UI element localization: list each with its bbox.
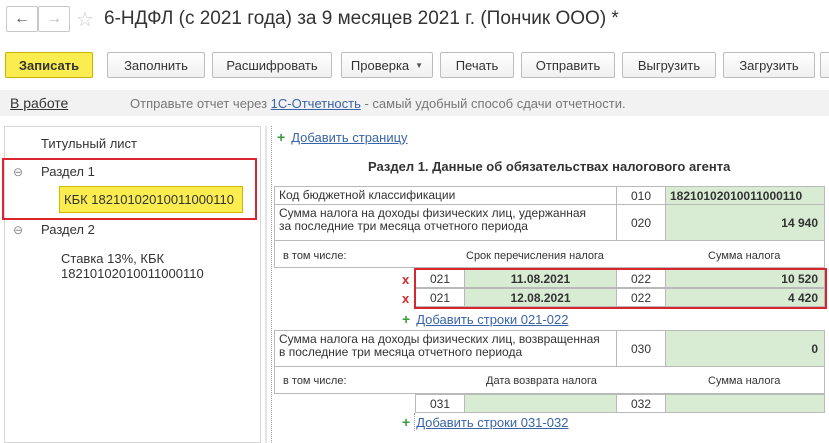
returned-label-line-2: в последние три месяца отчетного периода — [279, 345, 523, 359]
page-border — [271, 126, 272, 443]
kbk-label: Код бюджетной классификации — [274, 186, 617, 205]
info-bar: В работе Отправьте отчет через 1С-Отчетн… — [0, 90, 829, 116]
star-icon[interactable]: ☆ — [76, 7, 94, 32]
kbk-field[interactable]: 18210102010011000110 — [665, 186, 825, 205]
info-text-before: Отправьте отчет через — [130, 96, 271, 111]
check-dropdown-button[interactable]: Проверка ▼ — [341, 52, 433, 78]
col-return-date: Дата возврата налога — [486, 375, 597, 387]
print-button[interactable]: Печать — [440, 52, 514, 78]
info-text-after: - самый удобный способ сдачи отчетности. — [360, 96, 626, 111]
check-label: Проверка — [350, 57, 410, 73]
withheld-label: Сумма налога на доходы физических лиц, у… — [274, 204, 617, 241]
add-rows-031-link[interactable]: Добавить строки 031-032 — [416, 415, 568, 430]
more-button[interactable] — [820, 52, 829, 78]
tree-item-title-sheet[interactable]: Титульный лист — [41, 136, 137, 151]
export-button[interactable]: Выгрузить — [622, 52, 716, 78]
delete-row-icon[interactable]: x — [402, 291, 409, 306]
returned-code: 030 — [616, 330, 666, 367]
toolbar: Записать Заполнить Расшифровать Проверка… — [0, 52, 829, 80]
highlight-frame — [2, 158, 257, 220]
add-page-link[interactable]: Добавить страницу — [291, 130, 407, 145]
rate-line-1: Ставка 13%, КБК — [61, 251, 165, 266]
add-rows-031-row: + Добавить строки 031-032 — [402, 414, 568, 430]
returned-field[interactable]: 0 — [665, 330, 825, 367]
chevron-down-icon: ▼ — [415, 60, 424, 70]
highlight-frame — [414, 268, 827, 309]
back-button[interactable]: ← — [6, 6, 38, 32]
send-button[interactable]: Отправить — [521, 52, 615, 78]
row031-code-b: 032 — [616, 394, 666, 413]
info-message: Отправьте отчет через 1С-Отчетность - са… — [130, 96, 626, 111]
withheld-label-line-2: за последние три месяца отчетного период… — [279, 219, 528, 233]
fill-button[interactable]: Заполнить — [107, 52, 205, 78]
row031-code-a: 031 — [415, 394, 465, 413]
forward-button[interactable]: → — [38, 6, 70, 32]
including-label-2: в том числе: — [283, 375, 347, 387]
report-form: + Добавить страницу Раздел 1. Данные об … — [268, 126, 829, 443]
withheld-field[interactable]: 14 940 — [665, 204, 825, 241]
tree-item-section2-rate[interactable]: Ставка 13%, КБК 18210102010011000110 — [61, 251, 204, 281]
col-tax-sum-2: Сумма налога — [708, 375, 781, 387]
arrow-left-icon: ← — [14, 10, 30, 27]
rate-line-2: 18210102010011000110 — [61, 266, 204, 281]
panel-splitter[interactable] — [265, 126, 267, 443]
returned-label: Сумма налога на доходы физических лиц, в… — [274, 330, 617, 367]
save-button[interactable]: Записать — [5, 52, 93, 78]
row031-sum-field[interactable] — [665, 394, 825, 413]
title-bar: ← → ☆ 6-НДФЛ (с 2021 года) за 9 месяцев … — [0, 0, 829, 40]
col-tax-sum: Сумма налога — [708, 250, 781, 262]
decode-button[interactable]: Расшифровать — [212, 52, 332, 78]
row031-date-field[interactable] — [464, 394, 617, 413]
add-rows-021-row: + Добавить строки 021-022 — [402, 311, 568, 327]
kbk-code: 010 — [616, 186, 666, 205]
page-title: 6-НДФЛ (с 2021 года) за 9 месяцев 2021 г… — [104, 8, 619, 29]
col-transfer-date: Срок перечисления налога — [466, 250, 604, 262]
add-rows-021-link[interactable]: Добавить строки 021-022 — [416, 312, 568, 327]
collapse-icon[interactable]: ⊖ — [13, 223, 23, 237]
status-link[interactable]: В работе — [10, 95, 68, 111]
plus-icon: + — [402, 414, 411, 430]
including-label: в том числе: — [283, 250, 347, 262]
plus-icon: + — [277, 129, 286, 145]
delete-row-icon[interactable]: x — [402, 272, 409, 287]
import-button[interactable]: Загрузить — [723, 52, 815, 78]
reporting-link[interactable]: 1С-Отчетность — [271, 96, 361, 111]
section-title: Раздел 1. Данные об обязательствах налог… — [368, 159, 731, 174]
tree-item-section2[interactable]: Раздел 2 — [41, 222, 95, 237]
arrow-right-icon: → — [46, 10, 62, 27]
withheld-code: 020 — [616, 204, 666, 241]
add-page-row: + Добавить страницу — [277, 129, 408, 145]
plus-icon: + — [402, 311, 411, 327]
